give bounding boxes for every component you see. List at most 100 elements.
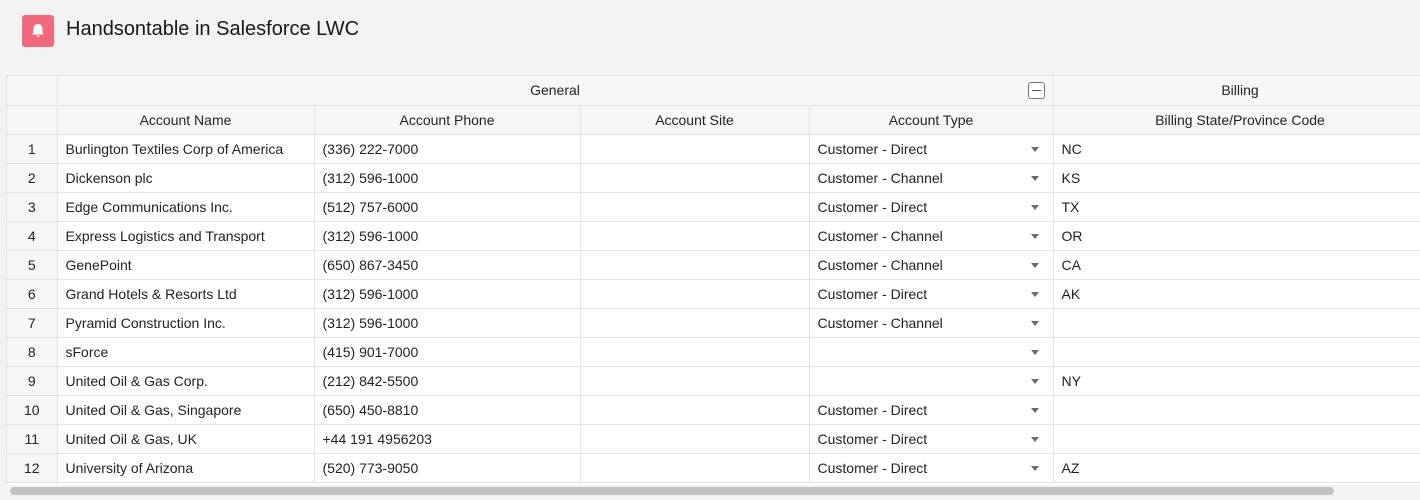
cell-account-site[interactable] [580,453,810,483]
row-header-corner[interactable] [7,105,58,135]
cell-account-phone[interactable]: (415) 901-7000 [314,337,581,367]
cell-account-name[interactable]: Express Logistics and Transport [57,221,315,251]
cell-account-type[interactable]: Customer - Direct [809,395,1054,425]
cell-account-name[interactable]: GenePoint [57,250,315,280]
cell-account-phone[interactable]: +44 191 4956203 [314,424,581,454]
cell-account-type[interactable]: Customer - Channel [809,163,1054,193]
dropdown-arrow-icon[interactable] [1030,320,1039,326]
cell-account-phone[interactable]: (312) 596-1000 [314,308,581,338]
cell-account-phone[interactable]: (312) 596-1000 [314,163,581,193]
row-header[interactable]: 4 [7,221,58,251]
cell-account-site[interactable] [580,308,810,338]
cell-billing-state[interactable]: NY [1053,366,1420,396]
horizontal-scrollbar[interactable] [6,485,1420,497]
scrollbar-thumb[interactable] [10,487,1334,495]
corner-cell[interactable] [7,76,58,106]
cell-account-phone[interactable]: (312) 596-1000 [314,279,581,309]
row-header[interactable]: 5 [7,250,58,280]
cell-account-phone[interactable]: (336) 222-7000 [314,134,581,164]
cell-value: Customer - Channel [817,256,943,273]
row-header[interactable]: 10 [7,395,58,425]
cell-account-type[interactable]: Customer - Direct [809,453,1054,483]
cell-account-name[interactable]: United Oil & Gas Corp. [57,366,315,396]
column-header-billing-state[interactable]: Billing State/Province Code [1053,105,1420,135]
cell-billing-state[interactable]: KS [1053,163,1420,193]
cell-account-name[interactable]: Burlington Textiles Corp of America [57,134,315,164]
cell-account-type[interactable]: Customer - Direct [809,192,1054,222]
cell-account-type[interactable]: Customer - Channel [809,221,1054,251]
grid-body: 1 Burlington Textiles Corp of America (336… [7,134,1420,483]
cell-account-type[interactable]: Customer - Direct [809,134,1054,164]
cell-billing-state[interactable]: TX [1053,192,1420,222]
cell-account-site[interactable] [580,221,810,251]
cell-account-name[interactable]: Grand Hotels & Resorts Ltd [57,279,315,309]
cell-account-type[interactable] [809,337,1054,367]
cell-account-site[interactable] [580,395,810,425]
row-header[interactable]: 2 [7,163,58,193]
cell-account-type[interactable]: Customer - Direct [809,424,1054,454]
cell-account-name[interactable]: United Oil & Gas, Singapore [57,395,315,425]
row-header[interactable]: 8 [7,337,58,367]
cell-account-site[interactable] [580,279,810,309]
row-header[interactable]: 7 [7,308,58,338]
dropdown-arrow-icon[interactable] [1030,291,1039,297]
dropdown-arrow-icon[interactable] [1030,378,1039,384]
column-header-account-type[interactable]: Account Type [809,105,1054,135]
cell-account-name[interactable]: United Oil & Gas, UK [57,424,315,454]
cell-billing-state[interactable] [1053,308,1420,338]
dropdown-arrow-icon[interactable] [1030,262,1039,268]
data-grid[interactable]: General Billing Account Name Account Pho… [6,75,1420,485]
column-header-account-phone[interactable]: Account Phone [314,105,581,135]
cell-account-phone[interactable]: (650) 450-8810 [314,395,581,425]
cell-account-phone[interactable]: (650) 867-3450 [314,250,581,280]
cell-billing-state[interactable] [1053,395,1420,425]
table-row: 12 University of Arizona (520) 773-9050 Cus… [7,453,1420,483]
cell-account-phone[interactable]: (512) 757-6000 [314,192,581,222]
row-header[interactable]: 1 [7,134,58,164]
cell-account-name[interactable]: Pyramid Construction Inc. [57,308,315,338]
cell-account-name[interactable]: University of Arizona [57,453,315,483]
dropdown-arrow-icon[interactable] [1030,146,1039,152]
row-header[interactable]: 3 [7,192,58,222]
cell-account-name[interactable]: sForce [57,337,315,367]
column-header-account-site[interactable]: Account Site [580,105,810,135]
cell-billing-state[interactable]: CA [1053,250,1420,280]
cell-billing-state[interactable]: NC [1053,134,1420,164]
minus-icon[interactable] [1027,82,1045,99]
group-header-billing: Billing [1053,76,1420,106]
cell-billing-state[interactable]: AK [1053,279,1420,309]
cell-billing-state[interactable] [1053,337,1420,367]
row-header[interactable]: 12 [7,453,58,483]
cell-account-type[interactable]: Customer - Channel [809,308,1054,338]
cell-account-site[interactable] [580,134,810,164]
cell-billing-state[interactable]: OR [1053,221,1420,251]
cell-account-type[interactable]: Customer - Channel [809,250,1054,280]
cell-account-name[interactable]: Dickenson plc [57,163,315,193]
cell-account-site[interactable] [580,192,810,222]
dropdown-arrow-icon[interactable] [1030,233,1039,239]
dropdown-arrow-icon[interactable] [1030,407,1039,413]
bell-icon [22,15,54,47]
cell-billing-state[interactable]: AZ [1053,453,1420,483]
dropdown-arrow-icon[interactable] [1030,175,1039,181]
cell-account-type[interactable]: Customer - Direct [809,279,1054,309]
column-header-account-name[interactable]: Account Name [57,105,315,135]
cell-account-site[interactable] [580,250,810,280]
dropdown-arrow-icon[interactable] [1030,349,1039,355]
row-header[interactable]: 11 [7,424,58,454]
cell-account-phone[interactable]: (212) 842-5500 [314,366,581,396]
cell-billing-state[interactable] [1053,424,1420,454]
row-header[interactable]: 9 [7,366,58,396]
dropdown-arrow-icon[interactable] [1030,204,1039,210]
dropdown-arrow-icon[interactable] [1030,465,1039,471]
cell-account-site[interactable] [580,366,810,396]
cell-account-name[interactable]: Edge Communications Inc. [57,192,315,222]
cell-account-site[interactable] [580,163,810,193]
cell-account-site[interactable] [580,337,810,367]
cell-account-site[interactable] [580,424,810,454]
cell-account-type[interactable] [809,366,1054,396]
cell-account-phone[interactable]: (520) 773-9050 [314,453,581,483]
row-header[interactable]: 6 [7,279,58,309]
cell-account-phone[interactable]: (312) 596-1000 [314,221,581,251]
dropdown-arrow-icon[interactable] [1030,436,1039,442]
